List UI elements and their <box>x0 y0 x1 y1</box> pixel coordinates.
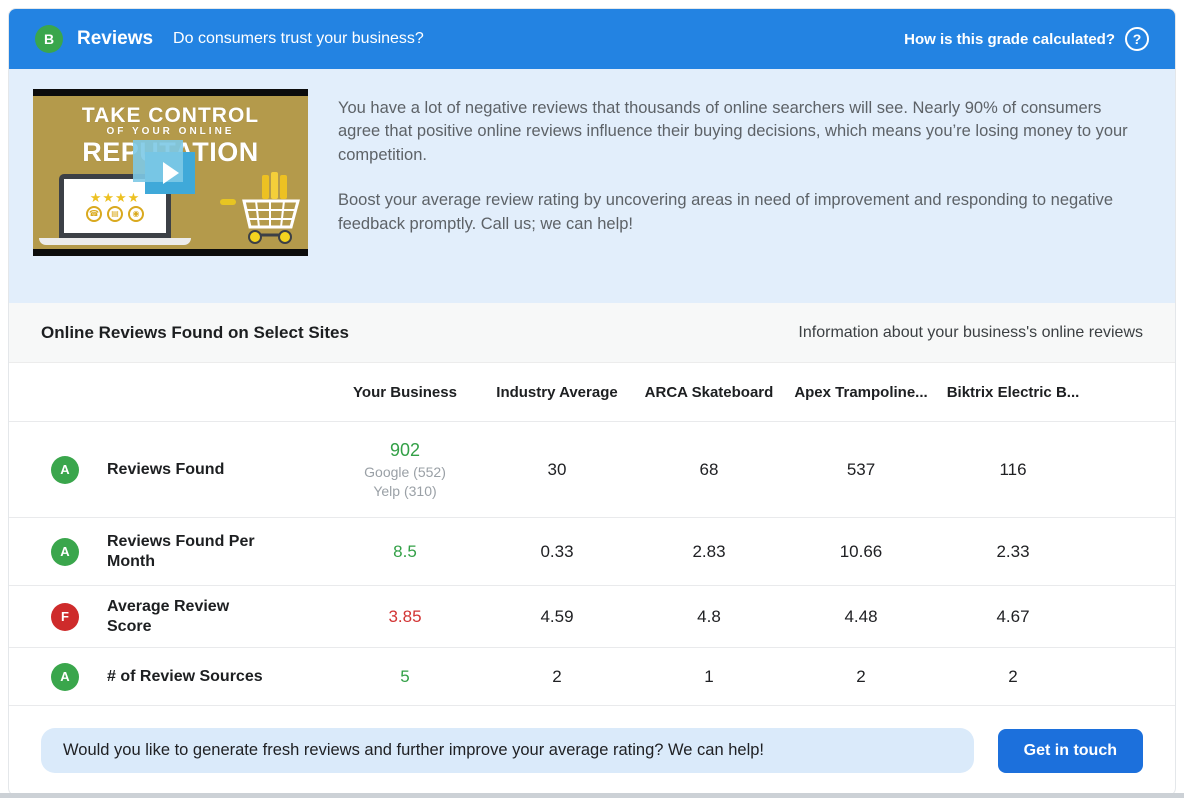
column-header-competitor-2: Apex Trampoline... <box>785 384 937 401</box>
cell-value: 0.33 <box>481 542 633 562</box>
row-label: Reviews Found Per Month <box>107 532 277 572</box>
source-detail-yelp: Yelp (310) <box>329 483 481 499</box>
table-section-header: Online Reviews Found on Select Sites Inf… <box>9 303 1175 363</box>
cell-value: 10.66 <box>785 542 937 562</box>
cell-value: 4.8 <box>633 607 785 627</box>
cell-value: 116 <box>937 460 1089 480</box>
cell-value: 2.83 <box>633 542 785 562</box>
star-rating-icon: ★★★★ <box>90 191 141 204</box>
intro-paragraph-1: You have a lot of negative reviews that … <box>338 97 1145 167</box>
laptop-base <box>39 238 191 245</box>
table-row-average-review-score: F Average Review Score 3.85 4.59 4.8 4.4… <box>9 585 1175 647</box>
intro-paragraph-2: Boost your average review rating by unco… <box>338 189 1145 236</box>
video-title-line2: OF YOUR ONLINE <box>33 127 308 138</box>
grade-badge: F <box>51 603 79 631</box>
cell-value: 1 <box>633 667 785 687</box>
your-business-value: 3.85 <box>329 607 481 627</box>
cell-value: 4.67 <box>937 607 1089 627</box>
table-row-review-sources: A # of Review Sources 5 2 1 2 2 <box>9 647 1175 705</box>
source-detail-google: Google (552) <box>329 464 481 480</box>
help-icon[interactable]: ? <box>1125 27 1149 51</box>
column-header-industry-average: Industry Average <box>481 384 633 401</box>
row-label: Reviews Found <box>107 460 224 480</box>
get-in-touch-button[interactable]: Get in touch <box>998 729 1143 773</box>
page-title: Reviews <box>77 28 153 50</box>
row-label: # of Review Sources <box>107 667 263 687</box>
cta-message: Would you like to generate fresh reviews… <box>41 728 974 773</box>
grade-calculation-link[interactable]: How is this grade calculated? <box>904 31 1115 48</box>
column-header-competitor-1: ARCA Skateboard <box>633 384 785 401</box>
cell-value: 2 <box>937 667 1089 687</box>
cell-value: 4.48 <box>785 607 937 627</box>
page-bottom-divider <box>0 793 1184 798</box>
cell-value: 4.59 <box>481 607 633 627</box>
cell-value: 68 <box>633 460 785 480</box>
grade-badge: A <box>51 456 79 484</box>
intro-section: TAKE CONTROL OF YOUR ONLINE REPUTATION ★… <box>9 69 1175 303</box>
play-icon <box>163 162 179 184</box>
table-section-subtitle: Information about your business's online… <box>798 324 1143 342</box>
cart-icon <box>218 169 302 245</box>
your-business-value: 5 <box>329 667 481 687</box>
row-label: Average Review Score <box>107 597 277 637</box>
section-header-bar: B Reviews Do consumers trust your busine… <box>9 9 1175 69</box>
grade-badge: A <box>51 538 79 566</box>
video-thumbnail-art: TAKE CONTROL OF YOUR ONLINE REPUTATION ★… <box>33 96 308 249</box>
cell-value: 30 <box>481 460 633 480</box>
grade-badge: A <box>51 663 79 691</box>
your-business-value: 902 <box>329 440 481 461</box>
cta-section: Would you like to generate fresh reviews… <box>9 705 1175 795</box>
video-thumbnail[interactable]: TAKE CONTROL OF YOUR ONLINE REPUTATION ★… <box>33 89 308 256</box>
cell-value: 2 <box>785 667 937 687</box>
table-header-row: Your Business Industry Average ARCA Skat… <box>9 363 1175 421</box>
table-section-title: Online Reviews Found on Select Sites <box>41 323 349 343</box>
intro-copy: You have a lot of negative reviews that … <box>338 89 1145 283</box>
column-header-your-business: Your Business <box>329 384 481 401</box>
grade-badge-overall: B <box>35 25 63 53</box>
reviews-report-card: B Reviews Do consumers trust your busine… <box>8 8 1176 796</box>
card-icon: ▤ <box>107 206 123 222</box>
page-subtitle: Do consumers trust your business? <box>173 30 424 48</box>
column-header-competitor-3: Biktrix Electric B... <box>937 384 1089 401</box>
phone-icon: ☎ <box>86 206 102 222</box>
table-row-reviews-per-month: A Reviews Found Per Month 8.5 0.33 2.83 … <box>9 517 1175 585</box>
video-title-line1: TAKE CONTROL <box>33 105 308 127</box>
reviews-comparison-table: Your Business Industry Average ARCA Skat… <box>9 363 1175 705</box>
cell-value: 2.33 <box>937 542 1089 562</box>
cell-value: 537 <box>785 460 937 480</box>
cell-value: 2 <box>481 667 633 687</box>
pin-icon: ◉ <box>128 206 144 222</box>
table-row-reviews-found: A Reviews Found 902 Google (552) Yelp (3… <box>9 421 1175 517</box>
your-business-value: 8.5 <box>329 542 481 562</box>
play-button[interactable] <box>145 152 195 194</box>
